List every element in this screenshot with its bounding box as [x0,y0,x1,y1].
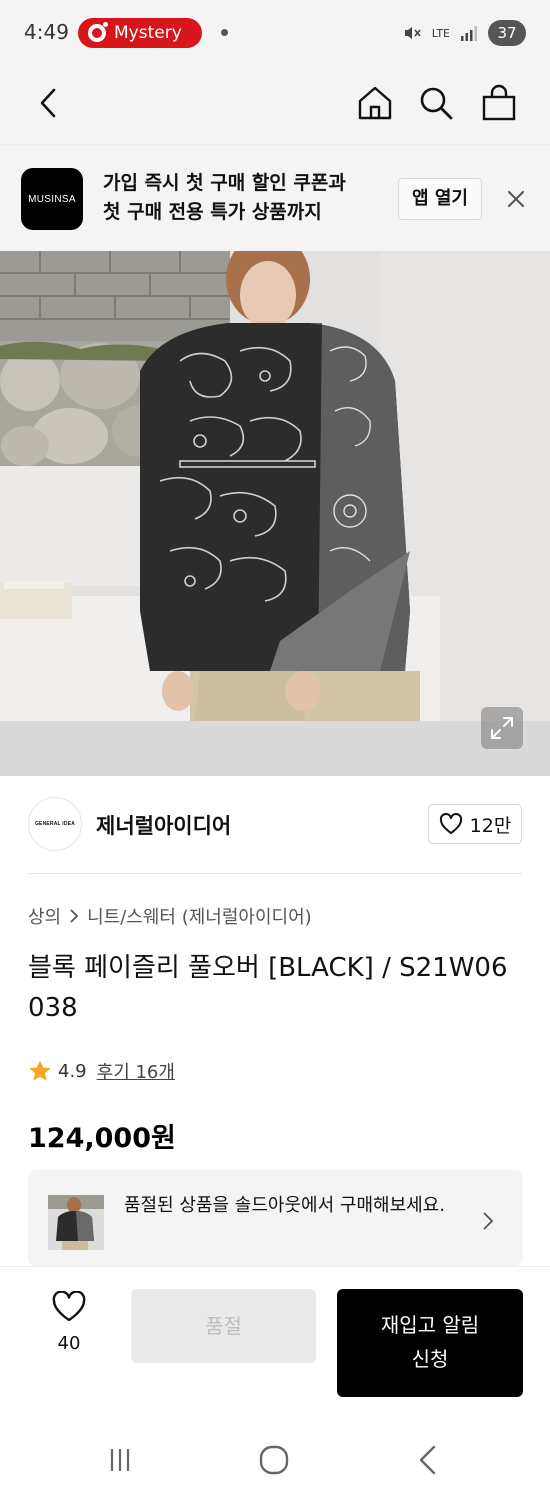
restock-label-line-2: 신청 [411,1347,449,1371]
product-title: 블록 페이즐리 풀오버 [BLACK] / S21W06038 [28,953,508,1023]
banner-line-1: 가입 즉시 첫 구매 할인 쿠폰과 [103,172,346,194]
back-chevron-icon [419,1445,436,1475]
back-button[interactable] [26,80,72,126]
expand-icon [491,717,513,739]
soldout-button: 품절 [131,1289,316,1363]
notification-label: Mystery [114,23,182,43]
heart-outline-icon [52,1290,86,1322]
notification-pill: Mystery [78,18,202,48]
restock-alert-button[interactable]: 재입고 알림 신청 [337,1289,523,1397]
back-icon [40,88,56,118]
brand-name[interactable]: 제너럴아이디어 [96,810,231,840]
wishlist-button[interactable]: 40 [40,1290,98,1354]
cart-button[interactable] [476,80,522,126]
rating-row: 4.9 후기 16개 [28,1058,175,1084]
bottom-action-bar: 40 품절 재입고 알림 신청 [0,1266,550,1416]
top-navigation [0,64,550,144]
rating-value: 4.9 [58,1060,87,1082]
divider [28,873,522,874]
status-bar: 4:49 Mystery LTE 37 [0,0,550,64]
breadcrumb: 상의 니트/스웨터 (제너럴아이디어) [28,903,312,929]
soldout-thumbnail [48,1195,104,1250]
notification-dot-icon [221,29,228,36]
star-icon [29,1060,51,1081]
expand-image-button[interactable] [481,707,523,749]
status-time: 4:49 [24,20,69,44]
status-icons: LTE 37 [402,18,526,48]
banner-message: 가입 즉시 첫 구매 할인 쿠폰과 첫 구매 전용 특가 상품까지 [103,169,383,227]
breadcrumb-child[interactable]: 니트/스웨터 (제너럴아이디어) [87,903,312,929]
soldout-notice-card[interactable]: 품절된 상품을 솔드아웃에서 구매해보세요. [28,1170,523,1266]
wishlist-count: 40 [57,1333,81,1354]
signal-icon [460,24,478,42]
product-image[interactable] [0,251,550,776]
battery-indicator: 37 [488,20,526,46]
shopping-bag-icon [482,84,516,121]
product-price: 124,000원 [28,1123,176,1154]
back-system-button[interactable] [408,1440,448,1480]
chevron-right-icon [483,1212,494,1230]
brand-row: GENERAL IDEA 제너럴아이디어 12만 [0,776,550,874]
app-logo-icon [88,22,108,42]
home-button[interactable] [352,80,398,126]
review-link[interactable]: 후기 16개 [97,1058,175,1084]
home-system-button[interactable] [254,1440,294,1480]
musinsa-logo: MUSINSA [21,168,83,230]
system-navigation-bar [0,1416,550,1500]
mute-icon [402,23,422,43]
close-banner-button[interactable] [501,184,531,214]
close-icon [508,191,524,207]
search-button[interactable] [413,80,459,126]
network-type: LTE [431,26,450,40]
brand-like-button[interactable]: 12만 [428,804,522,844]
chevron-right-icon [70,909,79,923]
breadcrumb-root[interactable]: 상의 [28,903,61,929]
open-app-button[interactable]: 앱 열기 [398,178,482,220]
app-banner: MUSINSA 가입 즉시 첫 구매 할인 쿠폰과 첫 구매 전용 특가 상품까… [0,144,550,251]
brand-avatar[interactable]: GENERAL IDEA [28,797,82,851]
brand-like-count: 12만 [469,814,512,837]
recent-apps-button[interactable] [100,1440,140,1480]
search-icon [420,87,453,120]
banner-line-2: 첫 구매 전용 특가 상품까지 [103,201,322,223]
recent-apps-icon [110,1449,130,1471]
home-icon [358,86,392,120]
restock-label-line-1: 재입고 알림 [380,1313,480,1337]
soldout-notice-text: 품절된 상품을 솔드아웃에서 구매해보세요. [124,1195,445,1216]
heart-outline-icon [439,813,462,834]
product-photo [0,251,550,776]
home-circle-icon [259,1445,289,1475]
